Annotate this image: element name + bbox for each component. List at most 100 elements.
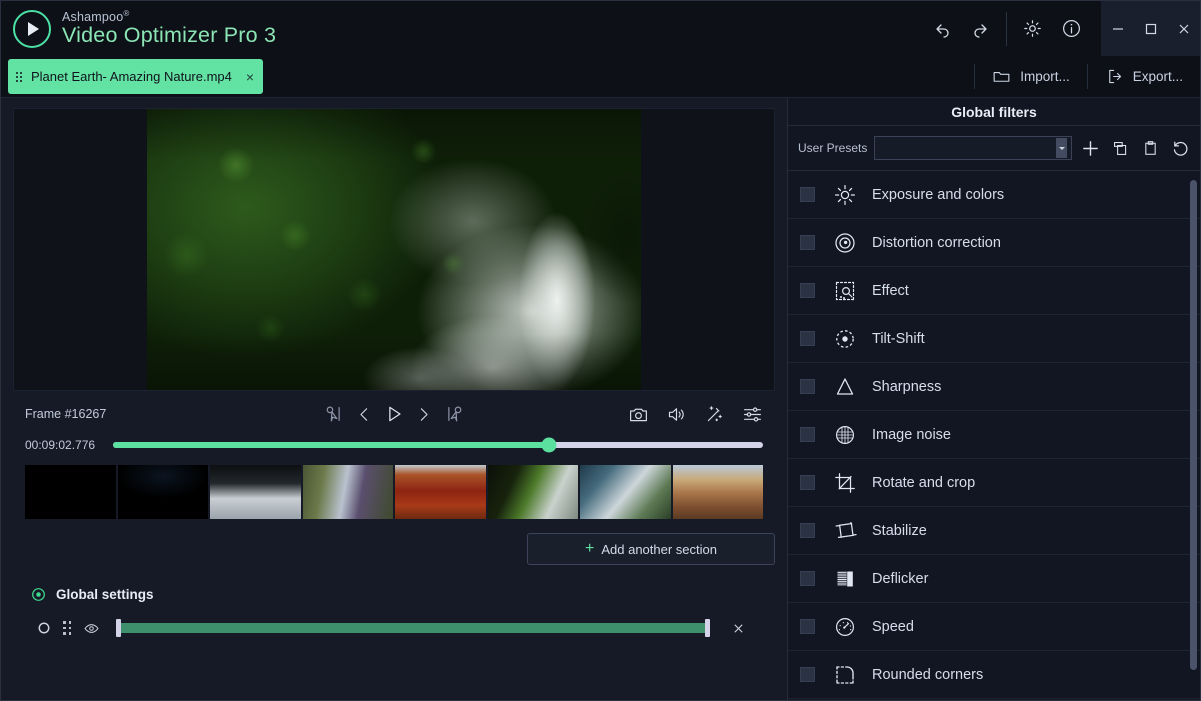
maximize-button[interactable] — [1134, 1, 1167, 56]
filter-item-deflicker[interactable]: Deflicker — [788, 555, 1200, 603]
stabilize-icon — [826, 519, 864, 543]
play-button[interactable] — [383, 403, 405, 425]
filter-checkbox[interactable] — [800, 331, 815, 346]
filter-checkbox[interactable] — [800, 379, 815, 394]
seek-handle[interactable] — [541, 437, 556, 452]
filter-checkbox[interactable] — [800, 475, 815, 490]
filter-checkbox[interactable] — [800, 187, 815, 202]
filter-item-distortion-correction[interactable]: Distortion correction — [788, 219, 1200, 267]
track-end-handle[interactable] — [705, 619, 710, 637]
rounded-corners-icon — [826, 663, 864, 687]
minimize-icon — [1111, 22, 1125, 36]
copy-preset-button[interactable] — [1109, 135, 1132, 161]
titlebar-divider — [1006, 12, 1007, 46]
tab-planet-earth[interactable]: Planet Earth- Amazing Nature.mp4 × — [8, 59, 263, 94]
add-another-section-button[interactable]: + Add another section — [527, 533, 775, 565]
filter-checkbox[interactable] — [800, 571, 815, 586]
info-button[interactable] — [1052, 1, 1091, 56]
thumbnail-5[interactable] — [395, 465, 486, 519]
editor-pane: Frame #16267 — [1, 98, 788, 700]
app-logo-icon — [13, 10, 51, 48]
filter-checkbox[interactable] — [800, 667, 815, 682]
export-button[interactable]: Export... — [1088, 56, 1200, 97]
visibility-eye-icon[interactable] — [83, 620, 100, 637]
tab-label: Planet Earth- Amazing Nature.mp4 — [31, 69, 232, 84]
thumbnail-7[interactable] — [580, 465, 671, 519]
settings-button[interactable] — [1013, 1, 1052, 56]
seek-bar[interactable] — [113, 442, 763, 448]
thumbnail-4[interactable] — [303, 465, 394, 519]
section-track-row — [13, 602, 775, 637]
seek-row: 00:09:02.776 — [13, 429, 775, 457]
filter-checkbox[interactable] — [800, 619, 815, 634]
record-circle-icon[interactable] — [37, 621, 51, 635]
video-preview-stage[interactable] — [13, 108, 775, 391]
filter-item-exposure-and-colors[interactable]: Exposure and colors — [788, 171, 1200, 219]
magic-wand-icon — [704, 404, 725, 425]
redo-button[interactable] — [961, 1, 1000, 56]
app-branding: Ashampoo® Video Optimizer Pro 3 — [1, 10, 276, 48]
filter-checkbox[interactable] — [800, 523, 815, 538]
filter-checkbox[interactable] — [800, 283, 815, 298]
maximize-icon — [1144, 22, 1158, 36]
gear-icon — [1022, 18, 1043, 39]
reset-preset-button[interactable] — [1169, 135, 1192, 161]
paste-preset-button[interactable] — [1139, 135, 1162, 161]
sun-icon — [826, 183, 864, 207]
volume-button[interactable] — [666, 404, 687, 425]
filmstrip — [13, 457, 775, 519]
thumbnail-6[interactable] — [488, 465, 579, 519]
mark-out-button[interactable] — [442, 403, 464, 425]
user-presets-dropdown[interactable] — [874, 136, 1072, 160]
filter-checkbox[interactable] — [800, 427, 815, 442]
filters-scrollbar-thumb[interactable] — [1190, 180, 1197, 670]
volume-icon — [666, 404, 687, 425]
filter-item-rounded-corners[interactable]: Rounded corners — [788, 651, 1200, 699]
auto-enhance-button[interactable] — [704, 404, 725, 425]
filter-checkbox[interactable] — [800, 235, 815, 250]
previous-frame-button[interactable] — [356, 406, 373, 423]
current-time-label: 00:09:02.776 — [25, 438, 101, 452]
close-button[interactable] — [1167, 1, 1200, 56]
lens-icon — [826, 231, 864, 255]
copy-icon — [1112, 140, 1129, 157]
next-frame-button[interactable] — [415, 406, 432, 423]
filter-item-rotate-and-crop[interactable]: Rotate and crop — [788, 459, 1200, 507]
filter-item-image-noise[interactable]: Image noise — [788, 411, 1200, 459]
section-track[interactable] — [116, 619, 710, 637]
add-preset-button[interactable] — [1079, 135, 1102, 161]
snapshot-button[interactable] — [628, 404, 649, 425]
global-settings-header[interactable]: Global settings — [13, 565, 775, 602]
filter-item-sharpness[interactable]: Sharpness — [788, 363, 1200, 411]
track-drag-handle-icon[interactable] — [63, 621, 71, 635]
tab-close-icon[interactable]: × — [246, 70, 254, 84]
thumbnail-2[interactable] — [118, 465, 209, 519]
export-icon — [1105, 67, 1124, 86]
filter-list: Exposure and colors Distortion correctio… — [788, 171, 1200, 700]
sliders-icon — [742, 404, 763, 425]
export-label: Export... — [1133, 69, 1183, 84]
global-settings-label: Global settings — [56, 587, 154, 602]
filter-item-speed[interactable]: Speed — [788, 603, 1200, 651]
adjust-button[interactable] — [742, 404, 763, 425]
folder-icon — [992, 67, 1011, 86]
thumbnail-3[interactable] — [210, 465, 301, 519]
frame-number-label: Frame #16267 — [25, 407, 106, 421]
triangle-icon — [826, 375, 864, 399]
import-button[interactable]: Import... — [975, 56, 1087, 97]
filter-item-tilt-shift[interactable]: Tilt-Shift — [788, 315, 1200, 363]
filter-label: Rotate and crop — [872, 475, 975, 491]
undo-button[interactable] — [922, 1, 961, 56]
tab-drag-handle-icon[interactable] — [16, 72, 22, 82]
thumbnail-1[interactable] — [25, 465, 116, 519]
mark-in-button[interactable] — [324, 403, 346, 425]
track-bar-fill[interactable] — [121, 623, 705, 633]
remove-section-button[interactable] — [732, 622, 745, 635]
filter-item-effect[interactable]: Effect — [788, 267, 1200, 315]
add-section-label: Add another section — [601, 542, 717, 557]
filter-label: Speed — [872, 619, 914, 635]
thumbnail-8[interactable] — [673, 465, 764, 519]
filter-item-stabilize[interactable]: Stabilize — [788, 507, 1200, 555]
minimize-button[interactable] — [1101, 1, 1134, 56]
filters-scrollbar[interactable] — [1189, 174, 1198, 698]
